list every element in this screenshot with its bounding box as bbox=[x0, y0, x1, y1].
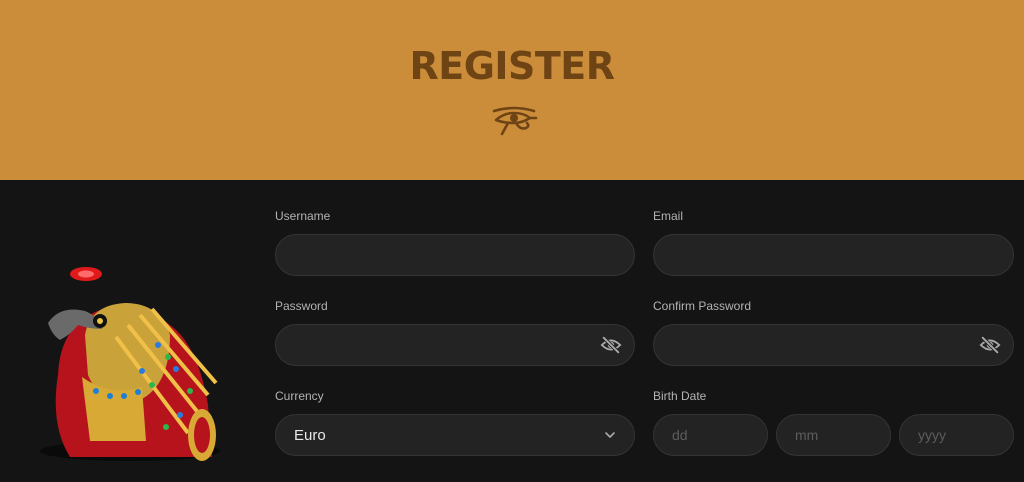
email-input[interactable] bbox=[653, 234, 1014, 276]
password-visibility-toggle-icon[interactable] bbox=[600, 334, 622, 356]
email-label: Email bbox=[653, 209, 684, 223]
password-label: Password bbox=[275, 299, 328, 313]
birth-month-input[interactable] bbox=[776, 414, 891, 456]
birth-date-label: Birth Date bbox=[653, 389, 707, 403]
username-input[interactable] bbox=[275, 234, 635, 276]
password-input[interactable] bbox=[275, 324, 635, 366]
horus-falcon-mascot bbox=[40, 267, 220, 461]
confirm-password-input[interactable] bbox=[653, 324, 1014, 366]
eye-of-horus-icon bbox=[492, 106, 538, 136]
page-title: REGISTER bbox=[409, 44, 615, 88]
currency-label: Currency bbox=[275, 389, 324, 403]
birth-day-input[interactable] bbox=[653, 414, 768, 456]
currency-select[interactable]: Euro bbox=[275, 414, 635, 456]
register-form-area: Username Email Password Confirm Password… bbox=[0, 180, 1024, 482]
register-header: REGISTER bbox=[0, 0, 1024, 180]
confirm-password-label: Confirm Password bbox=[653, 299, 752, 313]
confirm-password-visibility-toggle-icon[interactable] bbox=[979, 334, 1001, 356]
chevron-down-icon bbox=[605, 432, 615, 438]
birth-year-input[interactable] bbox=[899, 414, 1014, 456]
currency-selected-value: Euro bbox=[294, 426, 326, 444]
username-label: Username bbox=[275, 209, 331, 223]
